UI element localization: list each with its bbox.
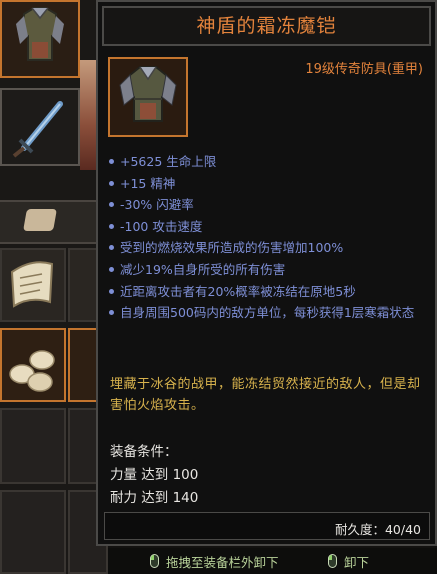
- bag-tab-icon[interactable]: [23, 209, 57, 231]
- stat-line: -30% 闪避率: [108, 194, 433, 216]
- stat-line: 自身周围500码内的敌方单位，每秒获得1层寒霜状态: [108, 302, 433, 324]
- item-type: 19级传奇防具(重甲): [305, 62, 423, 77]
- drag-unequip-hint[interactable]: 拖拽至装备栏外卸下: [150, 552, 279, 570]
- frost-armor-icon: [16, 7, 64, 61]
- durability-value: 耐久度：40/40: [334, 522, 421, 537]
- item-icon-frame: [108, 57, 188, 137]
- requirement-stamina: 耐力 达到 140: [110, 490, 199, 506]
- drag-unequip-label: 拖拽至装备栏外卸下: [166, 554, 279, 570]
- equipped-armor-slot[interactable]: [0, 0, 80, 78]
- stat-line: 近距离攻击者有20%概率被冻结在原地5秒: [108, 281, 433, 303]
- item-tooltip: 神盾的霜冻魔铠 19级传奇防具(重甲) +5625 生命上限 +15 精神 -3…: [96, 0, 437, 546]
- inventory-tab-bar: [0, 200, 100, 244]
- weapon-slot[interactable]: [0, 88, 80, 166]
- mouse-right-icon: [328, 554, 337, 568]
- unequip-hint[interactable]: 卸下: [328, 552, 369, 570]
- stat-line: +5625 生命上限: [108, 151, 433, 173]
- stat-line: 减少19%自身所受的所有伤害: [108, 259, 433, 281]
- eggs-icon: [9, 350, 55, 392]
- inventory-panel: [0, 0, 108, 574]
- requirement-strength: 力量 达到 100: [110, 467, 199, 483]
- stat-line: -100 攻击速度: [108, 216, 433, 238]
- mouse-left-icon: [150, 554, 159, 568]
- frost-armor-icon: [119, 66, 177, 122]
- action-hint-bar: 拖拽至装备栏外卸下 卸下: [108, 548, 437, 574]
- inventory-slot[interactable]: [0, 248, 66, 322]
- sword-icon: [12, 101, 63, 158]
- stat-line: 受到的燃烧效果所造成的伤害增加100%: [108, 237, 433, 259]
- item-title: 神盾的霜冻魔铠: [102, 6, 431, 46]
- flavor-text: 埋藏于冰谷的战甲，能冻结贸然接近的敌人，但是却害怕火焰攻击。: [110, 377, 421, 413]
- unequip-label: 卸下: [344, 554, 370, 570]
- inventory-slot[interactable]: [0, 490, 66, 574]
- inventory-slot-selected[interactable]: [0, 328, 66, 402]
- inventory-slot[interactable]: [0, 408, 66, 484]
- durability-bar: 耐久度：40/40: [104, 512, 430, 540]
- stat-line: +15 精神: [108, 173, 433, 195]
- requirements-title: 装备条件：: [110, 444, 178, 460]
- scroll-icon: [10, 261, 54, 308]
- stat-list: +5625 生命上限 +15 精神 -30% 闪避率 -100 攻击速度 受到的…: [108, 151, 433, 324]
- game-screen: 神盾的霜冻魔铠 19级传奇防具(重甲) +5625 生命上限 +15 精神 -3…: [0, 0, 437, 574]
